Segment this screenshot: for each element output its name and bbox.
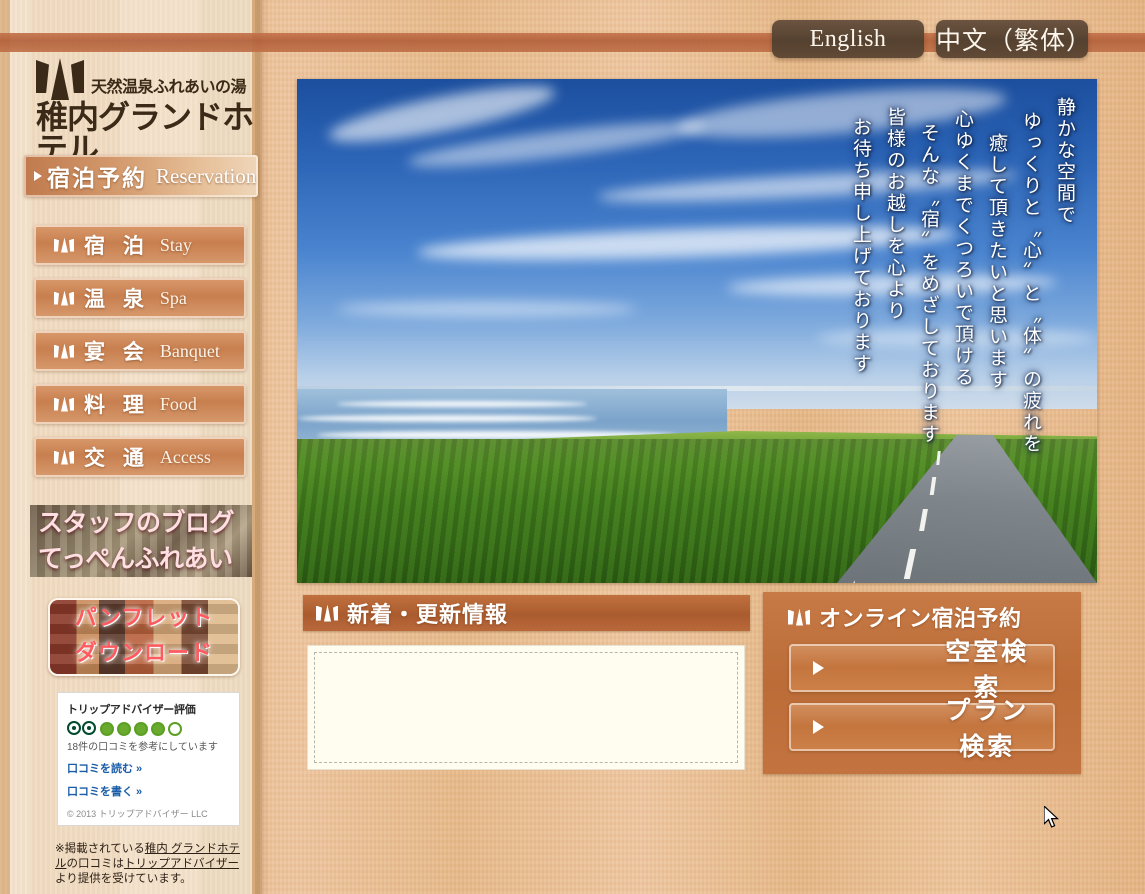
mountain-logo-icon bbox=[36, 58, 84, 100]
mountain-bullet-icon bbox=[788, 608, 810, 626]
staff-blog-banner[interactable]: スタッフのブログ てっぺんふれあい便 bbox=[30, 505, 252, 577]
sidebar-item-access-jp: 交 通 bbox=[84, 447, 150, 470]
pamphlet-line1: パンフレット bbox=[74, 605, 214, 630]
online-reservation-header: オンライン宿泊予約 bbox=[763, 592, 1081, 633]
sidebar-reservation-label-en: Reservation bbox=[156, 163, 257, 188]
hero-text-col-5: そんな〝宿〟をめざしております bbox=[918, 123, 939, 446]
sidebar-item-stay-en: Stay bbox=[159, 234, 192, 255]
staff-blog-line1: スタッフのブログ bbox=[38, 509, 235, 537]
rating-dot-2 bbox=[117, 721, 131, 736]
sidebar-item-stay-jp: 宿 泊 bbox=[84, 235, 150, 258]
language-switcher: English 中文（繁体） bbox=[772, 20, 1093, 58]
room-search-button[interactable]: 空室検索 bbox=[789, 638, 1055, 702]
sidebar-item-banquet-en: Banquet bbox=[159, 340, 220, 361]
disclaimer-suffix: より提供を受けています。 bbox=[55, 873, 192, 885]
pamphlet-line2: ダウンロード bbox=[74, 640, 213, 665]
sidebar-item-food[interactable]: 料 理 Food bbox=[34, 384, 246, 424]
surf-line bbox=[337, 401, 587, 407]
online-reservation-panel: オンライン宿泊予約 空室検索 プラン検索 bbox=[763, 592, 1081, 774]
staff-blog-line2: てっぺんふれあい便 bbox=[38, 545, 233, 573]
sidebar-item-access-en: Access bbox=[159, 446, 211, 467]
lang-button-english[interactable]: English bbox=[772, 20, 924, 58]
sidebar-item-spa-en: Spa bbox=[159, 287, 187, 308]
sidebar-item-banquet-jp: 宴 会 bbox=[84, 341, 150, 364]
tripadvisor-owl-icon bbox=[67, 721, 97, 736]
hero-image: 静かな空間で ゆっくりと〝心〟と〝体〟の疲れを 癒して頂きたいと思います 心ゆく… bbox=[297, 79, 1097, 583]
rating-dot-1 bbox=[100, 721, 114, 736]
hero-text-col-7: お待ち申し上げております bbox=[850, 117, 871, 375]
rating-dot-5 bbox=[168, 721, 182, 736]
mountain-bullet-icon bbox=[54, 449, 74, 465]
rating-dot-3 bbox=[134, 721, 148, 736]
online-reservation-heading: オンライン宿泊予約 bbox=[819, 606, 1022, 631]
tripadvisor-widget: トリップアドバイザー評価 18件の口コミを参考にしています 口コミを読む » 口… bbox=[57, 692, 240, 826]
mountain-bullet-icon bbox=[54, 343, 74, 359]
logo-top-row: 天然温泉ふれあいの湯 bbox=[36, 58, 262, 100]
plan-search-button[interactable]: プラン検索 bbox=[789, 697, 1055, 761]
news-section-header: 新着・更新情報 bbox=[303, 595, 750, 631]
news-content-box[interactable] bbox=[307, 645, 745, 770]
news-heading: 新着・更新情報 bbox=[347, 602, 509, 627]
sidebar-item-spa-jp: 温 泉 bbox=[84, 288, 150, 311]
sidebar-nav: 宿 泊 Stay 温 泉 Spa 宴 会 Banquet 料 理 Food 交 … bbox=[34, 225, 246, 490]
tripadvisor-review-count: 18件の口コミを参考にしています bbox=[67, 742, 218, 753]
lang-button-english-label: English bbox=[809, 25, 887, 52]
triangle-right-icon bbox=[34, 171, 42, 181]
mountain-bullet-icon bbox=[54, 290, 74, 306]
tripadvisor-title: トリップアドバイザー評価 bbox=[67, 704, 196, 716]
tripadvisor-rating bbox=[67, 721, 230, 736]
hero-text-col-2: ゆっくりと〝心〟と〝体〟の疲れを bbox=[1020, 111, 1041, 455]
disclaimer-ta-link[interactable]: トリップアドバイザー bbox=[124, 858, 239, 870]
sidebar-reservation-label-jp: 宿泊予約 bbox=[47, 165, 147, 191]
sidebar-item-access[interactable]: 交 通 Access bbox=[34, 437, 246, 477]
sidebar-item-food-jp: 料 理 bbox=[84, 394, 150, 417]
triangle-right-icon bbox=[813, 661, 940, 675]
sidebar-item-stay[interactable]: 宿 泊 Stay bbox=[34, 225, 246, 265]
logo-tagline: 天然温泉ふれあいの湯 bbox=[91, 79, 247, 96]
sidebar-item-food-en: Food bbox=[159, 393, 197, 414]
lang-button-chinese[interactable]: 中文（繁体） bbox=[936, 20, 1093, 58]
hero-text-col-1: 静かな空間で bbox=[1054, 97, 1075, 226]
disclaimer-prefix: ※掲載されている bbox=[55, 843, 145, 855]
hero-text-col-6: 皆様のお越しを心より bbox=[884, 107, 905, 322]
page-root: English 中文（繁体） 天然温泉ふれあいの湯 稚内グランドホテル 宿泊予約… bbox=[0, 0, 1145, 894]
lang-button-chinese-label: 中文（繁体） bbox=[936, 27, 1093, 55]
tripadvisor-read-reviews-link[interactable]: 口コミを読む » bbox=[67, 760, 230, 776]
mountain-bullet-icon bbox=[54, 396, 74, 412]
tripadvisor-copyright: © 2013 トリップアドバイザー LLC bbox=[67, 809, 208, 819]
mountain-bullet-icon bbox=[316, 604, 338, 622]
rating-dot-4 bbox=[151, 721, 165, 736]
tripadvisor-disclaimer: ※掲載されている稚内 グランドホテルの口コミはトリップアドバイザーより提供を受け… bbox=[55, 842, 247, 887]
cloud bbox=[337, 301, 637, 317]
sidebar-reservation-button[interactable]: 宿泊予約 Reservation bbox=[24, 155, 258, 197]
triangle-right-icon bbox=[813, 720, 940, 734]
pamphlet-download-banner[interactable]: パンフレット ダウンロード bbox=[48, 598, 240, 676]
mountain-bullet-icon bbox=[54, 237, 74, 253]
hero-text-col-3: 癒して頂きたいと思います bbox=[986, 133, 1007, 391]
tripadvisor-write-review-link[interactable]: 口コミを書く » bbox=[67, 783, 230, 799]
disclaimer-mid: の口コミは bbox=[66, 858, 125, 870]
sidebar-item-spa[interactable]: 温 泉 Spa bbox=[34, 278, 246, 318]
hero-vertical-text: 静かな空間で ゆっくりと〝心〟と〝体〟の疲れを 癒して頂きたいと思います 心ゆく… bbox=[845, 97, 1079, 455]
plan-search-label: プラン検索 bbox=[945, 697, 1030, 761]
site-logo[interactable]: 天然温泉ふれあいの湯 稚内グランドホテル bbox=[36, 58, 262, 165]
sidebar-item-banquet[interactable]: 宴 会 Banquet bbox=[34, 331, 246, 371]
hero-text-col-4: 心ゆくまでくつろいで頂ける bbox=[952, 109, 973, 389]
surf-line bbox=[297, 415, 597, 422]
mouse-cursor bbox=[1044, 806, 1060, 828]
